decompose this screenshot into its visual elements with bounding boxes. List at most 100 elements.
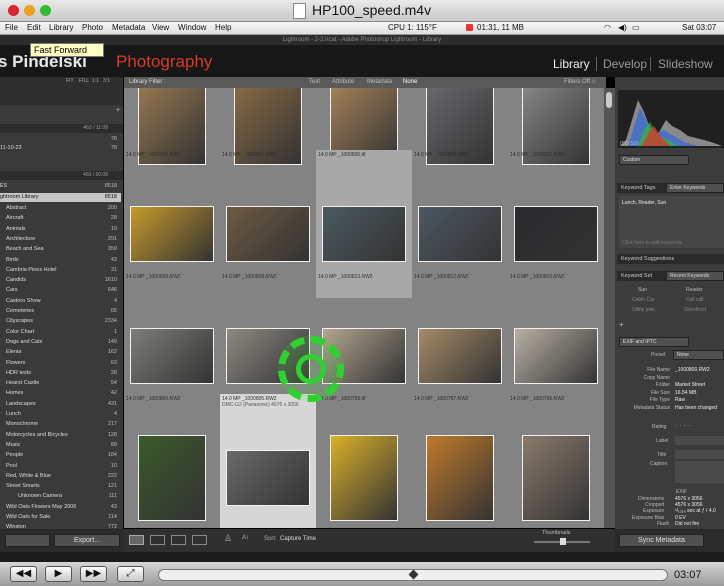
photo-thumbnail[interactable] bbox=[330, 435, 398, 521]
catalog-row-selected[interactable]: ghtroom Library 8518 bbox=[0, 193, 121, 202]
menu-metadata[interactable]: Metadata bbox=[112, 23, 145, 32]
keyword-set-reader[interactable]: Reader bbox=[686, 287, 702, 293]
module-slideshow[interactable]: Slideshow bbox=[658, 57, 713, 71]
spray-can-icon[interactable]: ♙ bbox=[224, 533, 232, 544]
keyword-row[interactable]: Cambria Pines Hotel 31 bbox=[0, 266, 121, 275]
metadata-field-value[interactable]: 16.54 MB bbox=[675, 390, 696, 396]
fast-forward-button[interactable]: ▶▶ bbox=[80, 566, 107, 582]
title-field[interactable] bbox=[675, 450, 724, 459]
thumbnail-slider-thumb[interactable] bbox=[560, 538, 566, 545]
nav-3to1[interactable]: 3:1 bbox=[103, 78, 110, 84]
keyword-row[interactable]: Flowers 63 bbox=[0, 359, 121, 368]
keyword-row[interactable]: Beach and Sea 359 bbox=[0, 245, 121, 254]
keyword-row[interactable]: Pool 10 bbox=[0, 462, 121, 471]
import-button[interactable] bbox=[5, 534, 50, 547]
minimize-window-button[interactable] bbox=[24, 5, 35, 16]
keyword-row[interactable]: Abstract 200 bbox=[0, 204, 121, 213]
menu-edit[interactable]: Edit bbox=[27, 23, 41, 32]
photo-thumbnail[interactable] bbox=[138, 435, 206, 521]
keyword-set-cell-call[interactable]: Cell call bbox=[686, 297, 704, 303]
rewind-button[interactable]: ◀◀ bbox=[10, 566, 37, 582]
sync-metadata-button[interactable]: Sync Metadata bbox=[619, 534, 704, 547]
compare-view-icon[interactable] bbox=[171, 535, 186, 545]
collections-header[interactable]: 460 / 60:08 bbox=[0, 171, 123, 180]
menu-view[interactable]: View bbox=[152, 23, 169, 32]
add-icon[interactable]: + bbox=[116, 107, 120, 114]
nav-fit[interactable]: FIT bbox=[66, 78, 74, 84]
photo-thumbnail[interactable] bbox=[322, 206, 406, 262]
metadata-field-value[interactable]: Market Street bbox=[675, 382, 705, 388]
enter-keywords-dropdown[interactable]: Enter Keywords bbox=[666, 183, 724, 193]
export-button[interactable]: Export... bbox=[54, 534, 120, 547]
grid-cell[interactable]: 14.0 MP _1000806.RW2 bbox=[124, 394, 220, 528]
sort-direction-icon[interactable]: A↕ bbox=[242, 535, 249, 541]
keyword-row[interactable]: People 184 bbox=[0, 451, 121, 460]
keyword-row[interactable]: Cityscapes 2334 bbox=[0, 317, 121, 326]
keyword-set-storefront[interactable]: Storefront bbox=[684, 307, 706, 313]
keyword-row[interactable]: Monochrome 217 bbox=[0, 420, 121, 429]
keyword-row[interactable]: Wild Oats for Sale 114 bbox=[0, 513, 121, 522]
grid-scrollbar[interactable] bbox=[604, 88, 615, 528]
rating-stars[interactable]: · · · · · bbox=[676, 423, 693, 429]
add-keyword-icon[interactable]: + bbox=[619, 320, 624, 329]
metadata-field-value[interactable]: Has been changed bbox=[675, 405, 717, 411]
folder-header[interactable]: 463 / 11:08 bbox=[0, 124, 123, 133]
keyword-row[interactable]: Architecture 291 bbox=[0, 235, 121, 244]
keyword-row[interactable]: Street Smarts 121 bbox=[0, 482, 121, 491]
menu-photo[interactable]: Photo bbox=[82, 23, 103, 32]
photo-thumbnail[interactable] bbox=[514, 206, 598, 262]
menu-file[interactable]: File bbox=[5, 23, 18, 32]
keyword-row[interactable]: Red, White & Blue 222 bbox=[0, 472, 121, 481]
photo-thumbnail[interactable] bbox=[226, 450, 310, 506]
photo-thumbnail[interactable] bbox=[418, 328, 502, 384]
zoom-window-button[interactable] bbox=[40, 5, 51, 16]
photo-thumbnail[interactable] bbox=[130, 328, 214, 384]
keyword-row[interactable]: Lunch 4 bbox=[0, 410, 121, 419]
keyword-set-sun[interactable]: Sun bbox=[638, 287, 647, 293]
keyword-row[interactable]: Unknown Camera 111 bbox=[0, 492, 121, 501]
keyword-row[interactable]: Cemeteries 65 bbox=[0, 307, 121, 316]
keyword-row[interactable]: Music 89 bbox=[0, 441, 121, 450]
survey-view-icon[interactable] bbox=[192, 535, 207, 545]
grid-view-icon[interactable] bbox=[129, 535, 144, 545]
menu-help[interactable]: Help bbox=[215, 23, 231, 32]
photo-thumbnail[interactable] bbox=[514, 328, 598, 384]
filter-presets[interactable]: Filters Off ⬦ bbox=[564, 79, 596, 86]
keyword-row[interactable]: Landscapes 431 bbox=[0, 400, 121, 409]
keyword-set-utility-pole[interactable]: Utility pole bbox=[632, 307, 655, 313]
filter-text[interactable]: Text bbox=[309, 79, 320, 85]
keyword-row[interactable]: HDR tests 28 bbox=[0, 369, 121, 378]
metadata-preset-dropdown[interactable]: None bbox=[673, 350, 724, 360]
keyword-row[interactable]: Homes 42 bbox=[0, 389, 121, 398]
grid-cell[interactable]: 14.0 MP _1000796.RW2 bbox=[508, 394, 604, 528]
quick-develop-preset[interactable]: Custom bbox=[619, 155, 689, 165]
play-button[interactable]: ▶ bbox=[45, 566, 72, 582]
catalog-row[interactable]: ES 8518 bbox=[0, 182, 121, 191]
caption-field[interactable] bbox=[675, 461, 724, 483]
filmstrip-toggle-bar[interactable] bbox=[0, 552, 724, 562]
label-field[interactable] bbox=[675, 436, 724, 445]
keyword-suggestions-header[interactable]: Keyword Suggestions bbox=[617, 254, 724, 264]
loupe-view-icon[interactable] bbox=[150, 535, 165, 545]
photo-thumbnail[interactable] bbox=[522, 435, 590, 521]
sort-value[interactable]: Capture Time bbox=[280, 536, 316, 542]
filter-none[interactable]: None bbox=[403, 79, 417, 85]
metadata-field-value[interactable]: Raw bbox=[675, 397, 685, 403]
menu-library[interactable]: Library bbox=[49, 23, 73, 32]
metadata-view-dropdown[interactable]: EXIF and IPTC bbox=[619, 337, 689, 347]
filter-metadata[interactable]: Metadata bbox=[367, 79, 392, 85]
keyword-row[interactable]: Motorcycles and Bicycles 128 bbox=[0, 431, 121, 440]
scrollbar-thumb[interactable] bbox=[606, 92, 612, 108]
close-window-button[interactable] bbox=[8, 5, 19, 16]
keyword-row[interactable]: Birds 43 bbox=[0, 256, 121, 265]
grid-cell[interactable]: 14.0 MP _1000799.tif bbox=[316, 394, 412, 528]
photo-thumbnail[interactable] bbox=[130, 206, 214, 262]
keyword-row[interactable]: Wild Oats Flowers May 2006 43 bbox=[0, 503, 121, 512]
keyword-row[interactable]: Hearst Castle 54 bbox=[0, 379, 121, 388]
keyword-row[interactable]: Aircraft 28 bbox=[0, 214, 121, 223]
photo-thumbnail[interactable] bbox=[226, 206, 310, 262]
metadata-field-value[interactable]: _1000800.RW2 bbox=[675, 367, 710, 373]
nav-1to1[interactable]: 1:1 bbox=[92, 78, 99, 84]
grid-cell[interactable]: 14.0 MP _1000797.RW2 bbox=[412, 394, 508, 528]
keyword-set-cabin-car[interactable]: Cabin Car bbox=[632, 297, 655, 303]
